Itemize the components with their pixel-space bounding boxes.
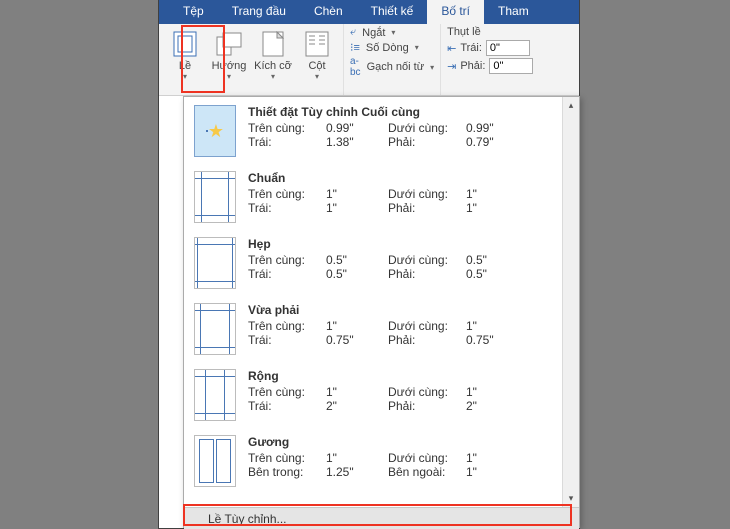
ribbon: Lề ▾ Hướng ▾ Kích cỡ ▾: [159, 24, 579, 96]
breaks-button[interactable]: ⤶Ngắt ▾: [350, 26, 434, 39]
scrollbar[interactable]: ▴ ▾: [562, 97, 579, 507]
scroll-up-icon[interactable]: ▴: [563, 97, 579, 114]
preset-name: Thiết đặt Tùy chỉnh Cuối cùng: [248, 105, 552, 119]
chevron-down-icon: ▾: [391, 28, 395, 37]
indent-title: Thụt lề: [447, 26, 533, 38]
tab-thiết kế[interactable]: Thiết kế: [357, 0, 428, 24]
preset-name: Gương: [248, 435, 552, 449]
indent-left-label: Trái:: [460, 42, 482, 54]
margin-preset-normal[interactable]: ChuẩnTrên cùng:1"Dưới cùng:1"Trái:1"Phải…: [184, 163, 562, 229]
custom-margins-button[interactable]: Lề Tùy chỉnh...: [184, 507, 579, 529]
margins-label: Lề: [179, 60, 191, 72]
tab-chèn[interactable]: Chèn: [300, 0, 357, 24]
margin-preset-mirror[interactable]: GươngTrên cùng:1"Dưới cùng:1"Bên trong:1…: [184, 427, 562, 493]
chevron-down-icon: ▾: [315, 72, 319, 81]
margin-preset-narrow[interactable]: HẹpTrên cùng:0.5"Dưới cùng:0.5"Trái:0.5"…: [184, 229, 562, 295]
margins-dropdown: ★Thiết đặt Tùy chỉnh Cuối cùngTrên cùng:…: [183, 96, 580, 528]
indent-group: Thụt lề ⇤ Trái: ⇥ Phải:: [440, 24, 539, 95]
tab-trang đầu[interactable]: Trang đầu: [218, 0, 300, 24]
size-icon: [262, 30, 284, 58]
chevron-down-icon: ▾: [227, 72, 231, 81]
size-button[interactable]: Kích cỡ ▾: [251, 28, 295, 95]
page-setup-small: ⤶Ngắt ▾ ⁝≡Số Dòng ▾ a-bcGạch nối từ ▾: [344, 24, 440, 95]
preset-name: Vừa phải: [248, 303, 552, 317]
columns-icon: [305, 30, 329, 58]
breaks-icon: ⤶: [350, 26, 356, 39]
indent-left-icon: ⇤: [447, 42, 456, 55]
columns-label: Cột: [308, 60, 325, 72]
preset-name: Hẹp: [248, 237, 552, 251]
chevron-down-icon: ▾: [183, 72, 187, 81]
margins-button[interactable]: Lề ▾: [163, 28, 207, 95]
size-label: Kích cỡ: [254, 60, 292, 72]
tab-tệp[interactable]: Tệp: [169, 0, 218, 24]
indent-left-input[interactable]: [486, 40, 530, 56]
margins-icon: [173, 30, 197, 58]
tab-bố trí[interactable]: Bố trí: [427, 0, 484, 24]
preset-name: Chuẩn: [248, 171, 552, 185]
hyphenation-icon: a-bc: [350, 56, 361, 78]
indent-right-icon: ⇥: [447, 60, 456, 73]
chevron-down-icon: ▾: [271, 72, 275, 81]
tab-tham[interactable]: Tham: [484, 0, 543, 24]
orientation-label: Hướng: [212, 60, 247, 72]
preset-name: Rộng: [248, 369, 552, 383]
columns-button[interactable]: Cột ▾: [295, 28, 339, 95]
orientation-icon: [215, 30, 243, 58]
line-numbers-icon: ⁝≡: [350, 41, 360, 54]
margin-preset-moderate[interactable]: Vừa phảiTrên cùng:1"Dưới cùng:1"Trái:0.7…: [184, 295, 562, 361]
indent-right-label: Phải:: [460, 60, 485, 72]
orientation-button[interactable]: Hướng ▾: [207, 28, 251, 95]
margin-preset-custom[interactable]: ★Thiết đặt Tùy chỉnh Cuối cùngTrên cùng:…: [184, 97, 562, 163]
margin-preset-wide[interactable]: RộngTrên cùng:1"Dưới cùng:1"Trái:2"Phải:…: [184, 361, 562, 427]
hyphenation-button[interactable]: a-bcGạch nối từ ▾: [350, 56, 434, 78]
chevron-down-icon: ▾: [415, 43, 419, 52]
indent-right-input[interactable]: [489, 58, 533, 74]
line-numbers-button[interactable]: ⁝≡Số Dòng ▾: [350, 41, 434, 54]
scroll-down-icon[interactable]: ▾: [563, 490, 579, 507]
chevron-down-icon: ▾: [430, 63, 434, 72]
ribbon-tabbar: TệpTrang đầuChènThiết kếBố tríTham: [159, 0, 579, 24]
